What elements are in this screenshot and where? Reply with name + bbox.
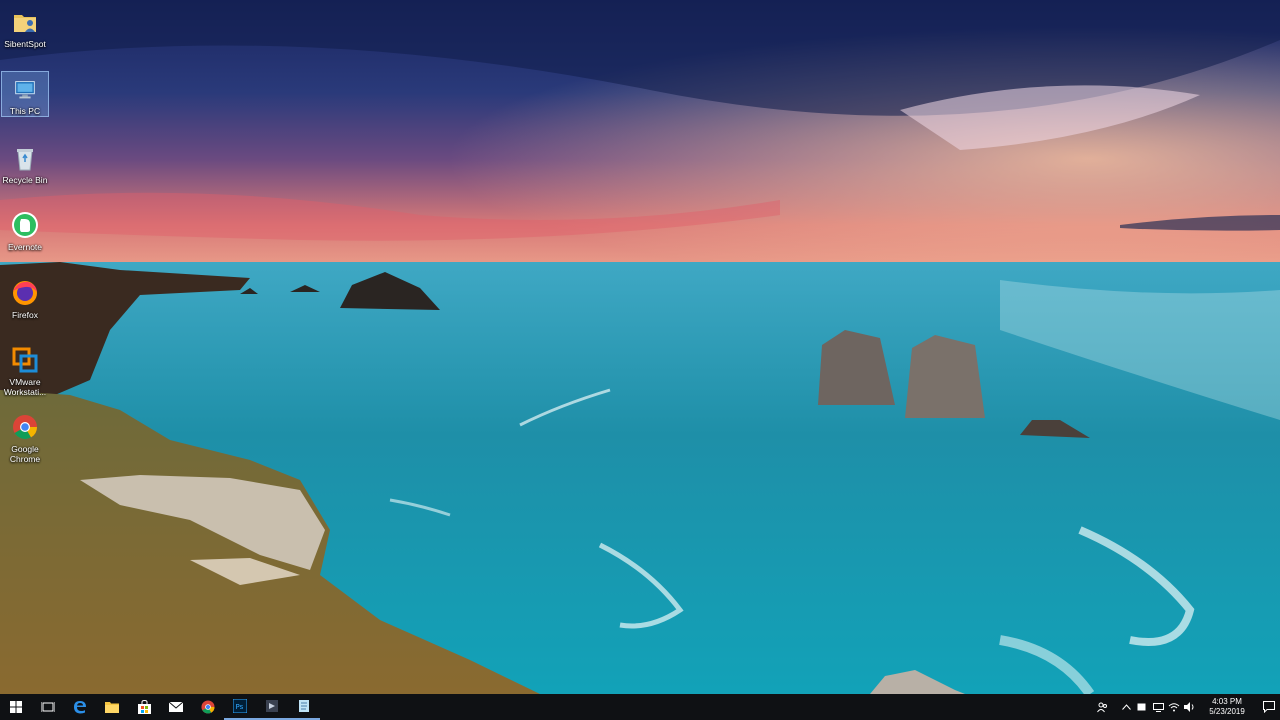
folder-user-icon — [14, 15, 36, 32]
network-button[interactable] — [1166, 694, 1182, 720]
desktop-icon-label: Google Chrome — [9, 444, 41, 464]
start-icon — [10, 701, 22, 713]
chrome-icon — [201, 700, 215, 714]
desktop-wallpaper — [0, 0, 1280, 694]
taskbar-mail[interactable] — [160, 694, 192, 720]
computer-icon — [15, 81, 35, 99]
taskbar-notepad[interactable] — [288, 694, 320, 720]
task-view-icon — [41, 702, 55, 712]
taskbar-store[interactable] — [128, 694, 160, 720]
mail-icon — [169, 702, 183, 712]
photoshop-icon: Ps — [233, 699, 247, 713]
file-explorer-icon — [105, 702, 119, 713]
desktop-icon-this-pc[interactable]: This PC — [1, 71, 49, 117]
desktop-icon-label: VMware Workstati... — [3, 377, 47, 397]
desktop-icon-label: Evernote — [7, 242, 43, 252]
taskbar: Ps 4:03 PM 5/23/2019 — [0, 694, 1280, 720]
firefox-icon — [13, 281, 37, 305]
monitor-icon — [1152, 702, 1164, 712]
evernote-icon — [12, 212, 38, 238]
taskbar-file-explorer[interactable] — [96, 694, 128, 720]
chrome-icon — [13, 415, 38, 440]
task-view-button[interactable] — [32, 694, 64, 720]
volume-button[interactable] — [1182, 694, 1198, 720]
vmware-icon — [12, 347, 38, 373]
tray-display-button[interactable] — [1150, 694, 1166, 720]
edge-icon — [74, 701, 86, 714]
battery-icon — [1137, 703, 1146, 711]
app-icon — [266, 700, 278, 712]
desktop-icon-vmware[interactable]: VMware Workstati... — [1, 340, 49, 398]
tray-app-button[interactable] — [1134, 694, 1150, 720]
desktop-icon-sibentspot[interactable]: SibentSpot — [1, 2, 49, 50]
people-icon — [1096, 702, 1107, 712]
desktop-icon-evernote[interactable]: Evernote — [1, 205, 49, 253]
clock-date: 5/23/2019 — [1209, 707, 1245, 716]
taskbar-edge[interactable] — [64, 694, 96, 720]
desktop-icon-label: This PC — [9, 106, 41, 116]
notepad-icon — [299, 700, 309, 712]
notification-icon — [1263, 701, 1275, 713]
taskbar-clock[interactable]: 4:03 PM 5/23/2019 — [1202, 697, 1252, 717]
system-tray: 4:03 PM 5/23/2019 — [1094, 694, 1280, 720]
wifi-icon — [1168, 703, 1180, 712]
taskbar-app[interactable] — [256, 694, 288, 720]
speaker-icon — [1184, 702, 1194, 712]
chevron-up-icon — [1121, 704, 1131, 710]
taskbar-chrome[interactable] — [192, 694, 224, 720]
desktop-icon-recycle-bin[interactable]: Recycle Bin — [1, 138, 49, 186]
people-button[interactable] — [1094, 694, 1110, 720]
action-center-button[interactable] — [1258, 694, 1280, 720]
desktop-icon-google-chrome[interactable]: Google Chrome — [1, 407, 49, 465]
recycle-bin-icon — [17, 149, 33, 171]
desktop-icon-label: Firefox — [12, 310, 38, 320]
desktop-icon-firefox[interactable]: Firefox — [1, 273, 49, 321]
svg-text:Ps: Ps — [236, 703, 244, 711]
show-hidden-icons-button[interactable] — [1118, 694, 1134, 720]
desktop-icon-label: Recycle Bin — [2, 175, 48, 185]
desktop-icon-label: SibentSpot — [4, 39, 46, 49]
taskbar-photoshop[interactable]: Ps — [224, 694, 256, 720]
store-icon — [137, 700, 151, 714]
clock-time: 4:03 PM — [1212, 697, 1242, 706]
start-button[interactable] — [0, 694, 32, 720]
